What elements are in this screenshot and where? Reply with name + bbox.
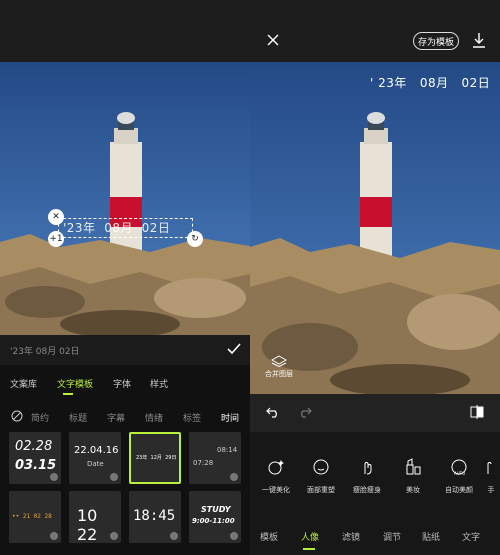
text-editor-panel: '23年 08月 02日 ✕ +1 ↻ '23年 08月 02日 文案库 文字模… xyxy=(0,0,250,555)
merge-layers-label: 合并图层 xyxy=(265,370,293,378)
tool-slim-body[interactable]: 瘦脸瘦身 xyxy=(347,458,387,495)
makeup-icon xyxy=(406,458,421,475)
auto-face-icon: AUTO xyxy=(451,459,467,476)
text-input-row[interactable]: '23年 08月 02日 xyxy=(0,335,250,365)
tab-template[interactable]: 模板 xyxy=(260,530,278,543)
undo-icon[interactable] xyxy=(266,406,280,418)
tool-auto-beauty[interactable]: AUTO 自动美颜 xyxy=(439,458,479,495)
template-tile[interactable]: STUDY 9:00-11:00 xyxy=(189,491,241,543)
tool-one-click-beautify[interactable]: 一键美化 xyxy=(256,458,296,495)
tab-text[interactable]: 文字 xyxy=(462,530,480,543)
photo-canvas[interactable] xyxy=(0,62,250,335)
tab-text-template[interactable]: 文字模板 xyxy=(57,377,93,390)
download-icon xyxy=(50,532,58,540)
download-icon xyxy=(170,532,178,540)
svg-text:AUTO: AUTO xyxy=(454,471,465,476)
hand-slim-icon xyxy=(364,462,372,475)
hand-icon xyxy=(487,462,492,474)
face-sparkle-icon xyxy=(268,460,284,475)
duplicate-handle[interactable]: +1 xyxy=(48,231,64,247)
tab-portrait[interactable]: 人像 xyxy=(301,530,319,543)
layers-icon xyxy=(270,355,288,368)
confirm-check-icon[interactable] xyxy=(226,341,242,357)
merge-layers-button[interactable]: 合并图层 xyxy=(262,355,296,379)
template-tile[interactable]: 08:14 07:28 xyxy=(189,432,241,484)
template-tile[interactable]: 02.28 03.15 xyxy=(9,432,61,484)
delete-text-icon[interactable]: ✕ xyxy=(48,209,64,225)
date-text-overlay[interactable]: '23年 08月 02日 xyxy=(63,219,193,236)
subtab-mood[interactable]: 情绪 xyxy=(145,411,163,424)
history-bar xyxy=(250,394,500,432)
download-icon xyxy=(230,473,238,481)
tab-font[interactable]: 字体 xyxy=(113,377,131,390)
subtab-subtitle[interactable]: 字幕 xyxy=(107,411,125,424)
top-bar xyxy=(0,0,250,62)
tool-face-reshape[interactable]: 面部重塑 xyxy=(301,458,341,495)
top-bar xyxy=(250,0,500,62)
template-tile[interactable]: 18:45 xyxy=(129,491,181,543)
tool-makeup[interactable]: 美妆 xyxy=(393,458,433,495)
compare-icon[interactable] xyxy=(470,405,484,419)
save-template-button[interactable]: 存为模板 xyxy=(413,32,459,50)
tool-manual[interactable]: 手 xyxy=(482,458,500,495)
download-icon xyxy=(230,532,238,540)
tab-sticker[interactable]: 贴纸 xyxy=(422,530,440,543)
download-icon[interactable] xyxy=(472,32,486,48)
template-tile[interactable]: •• 21 02 28 xyxy=(9,491,61,543)
tab-adjust[interactable]: 调节 xyxy=(383,530,401,543)
redo-icon[interactable] xyxy=(298,406,312,418)
subtab-simple[interactable]: 简约 xyxy=(31,411,49,424)
tab-filter[interactable]: 滤镜 xyxy=(342,530,360,543)
preview-date-text: ' 23年 08月 02日 xyxy=(370,76,491,90)
download-icon xyxy=(110,532,118,540)
preview-canvas[interactable] xyxy=(250,62,500,394)
text-input[interactable]: '23年 08月 02日 xyxy=(10,344,80,357)
template-tile[interactable]: 10 22 xyxy=(69,491,121,543)
template-tile[interactable]: 22.04.16 Date xyxy=(69,432,121,484)
tab-style[interactable]: 样式 xyxy=(150,377,168,390)
template-tile-selected[interactable]: 23年 12月 29日 xyxy=(129,432,181,484)
download-icon xyxy=(110,473,118,481)
editor-tabs: 文案库 文字模板 字体 样式 xyxy=(0,365,250,401)
close-icon[interactable] xyxy=(267,34,279,46)
none-icon[interactable] xyxy=(11,410,23,422)
face-reshape-icon xyxy=(313,459,329,475)
tab-copy-library[interactable]: 文案库 xyxy=(10,377,37,390)
template-categories: 简约 标题 字幕 情绪 标签 时间 xyxy=(0,403,250,429)
subtab-title[interactable]: 标题 xyxy=(69,411,87,424)
active-bottom-tab-indicator xyxy=(303,548,315,550)
rotate-icon[interactable]: ↻ xyxy=(187,231,203,247)
download-icon xyxy=(50,473,58,481)
active-tab-indicator xyxy=(63,393,73,395)
subtab-tag[interactable]: 标签 xyxy=(183,411,201,424)
bottom-tab-bar: 模板 人像 滤镜 调节 贴纸 文字 xyxy=(250,512,500,555)
subtab-time[interactable]: 时间 xyxy=(221,411,239,424)
